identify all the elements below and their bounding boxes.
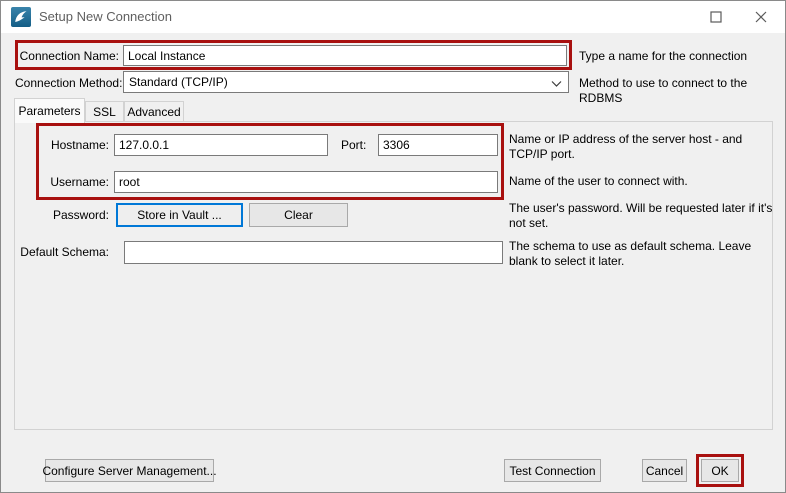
tab-parameters[interactable]: Parameters xyxy=(14,98,85,123)
test-connection-button[interactable]: Test Connection xyxy=(504,459,601,482)
connection-method-select[interactable]: Standard (TCP/IP) xyxy=(123,71,569,93)
connection-method-value: Standard (TCP/IP) xyxy=(129,75,228,89)
port-input[interactable] xyxy=(378,134,498,156)
default-schema-input[interactable] xyxy=(124,241,503,264)
connection-name-help: Type a name for the connection xyxy=(579,49,748,63)
title-bar: Setup New Connection xyxy=(1,1,785,33)
close-button[interactable] xyxy=(738,1,783,33)
mysql-workbench-icon xyxy=(11,7,31,27)
port-label: Port: xyxy=(341,138,367,152)
ok-button[interactable]: OK xyxy=(701,459,739,482)
clear-password-button[interactable]: Clear xyxy=(249,203,348,227)
setup-new-connection-dialog: Setup New Connection Connection Name: Ty… xyxy=(0,0,786,493)
default-schema-help: The schema to use as default schema. Lea… xyxy=(509,239,752,268)
window-title: Setup New Connection xyxy=(39,9,172,24)
tab-advanced[interactable]: Advanced xyxy=(124,101,184,122)
maximize-button[interactable] xyxy=(693,1,738,33)
tab-ssl[interactable]: SSL xyxy=(85,101,124,122)
store-in-vault-button[interactable]: Store in Vault ... xyxy=(116,203,243,227)
hostname-help: Name or IP address of the server host - … xyxy=(509,132,743,161)
default-schema-label: Default Schema: xyxy=(20,245,109,259)
hostname-input[interactable] xyxy=(114,134,328,156)
connection-name-input[interactable] xyxy=(123,45,567,66)
username-input[interactable] xyxy=(114,171,498,193)
password-help: The user's password. Will be requested l… xyxy=(509,201,773,230)
connection-method-help: Method to use to connect to the RDBMS xyxy=(579,76,748,105)
connection-method-label: Connection Method: xyxy=(15,76,123,90)
configure-server-management-button[interactable]: Configure Server Management... xyxy=(42,459,217,482)
hostname-label: Hostname: xyxy=(50,138,109,152)
username-help: Name of the user to connect with. xyxy=(509,174,688,188)
cancel-button[interactable]: Cancel xyxy=(642,459,687,482)
parameters-panel xyxy=(14,121,773,430)
username-label: Username: xyxy=(50,175,109,189)
connection-name-label: Connection Name: xyxy=(19,49,119,63)
chevron-down-icon xyxy=(551,77,562,91)
password-label: Password: xyxy=(52,208,109,222)
